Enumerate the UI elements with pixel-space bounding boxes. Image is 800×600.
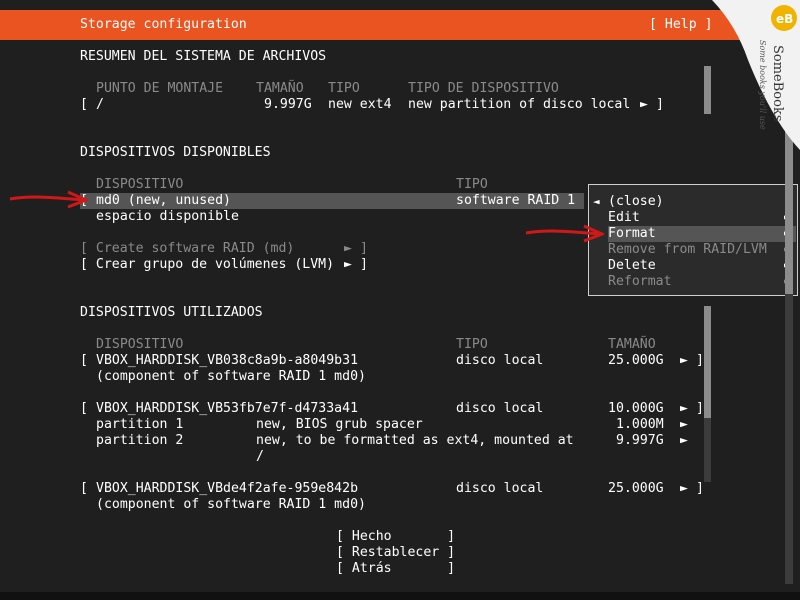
partition-2-mount: /	[256, 449, 264, 464]
create-raid-button: [ Create software RAID (md)	[80, 241, 295, 256]
partition-2-arrow-icon[interactable]: ►	[680, 433, 688, 449]
svg-text:eB: eB	[776, 12, 793, 26]
disk-close-bracket: ]	[696, 481, 704, 496]
md0-type-label: software RAID 1	[456, 193, 576, 208]
col-type: TIPO	[328, 81, 360, 96]
filesystem-summary-heading: RESUMEN DEL SISTEMA DE ARCHIVOS	[80, 49, 327, 64]
header-bar: Storage configuration [ Help ]	[0, 10, 800, 40]
mount-point-value: /	[96, 97, 104, 112]
col-device: DISPOSITIVO	[96, 177, 184, 192]
col-available-type: TIPO	[456, 177, 488, 192]
disk-name: VBOX_HARDDISK_VB53fb7e7f-d4733a41	[96, 401, 359, 416]
disk-type: disco local	[456, 401, 544, 416]
partition-2-name[interactable]: partition 2	[96, 433, 183, 449]
help-button[interactable]: [ Help ]	[649, 17, 713, 33]
available-devices-heading: DISPOSITIVOS DISPONIBLES	[80, 145, 271, 160]
disk-open-bracket: [	[80, 481, 88, 496]
disk-type: disco local	[456, 481, 544, 496]
partition-2-desc: new, to be formatted as ext4, mounted at	[256, 433, 574, 448]
create-raid-close: ]	[360, 241, 368, 256]
disk-open-bracket: [	[80, 401, 88, 416]
used-scrollbar-thumb[interactable]	[704, 306, 711, 418]
used-devices-heading: DISPOSITIVOS UTILIZADOS	[80, 305, 263, 320]
disk-size: 25.000G	[608, 481, 664, 496]
create-raid-arrow-icon: ►	[344, 241, 352, 256]
menu-item-delete[interactable]: Delete	[608, 258, 656, 274]
svg-text:SomeBooks: SomeBooks	[770, 45, 785, 122]
col-used-type: TIPO	[456, 337, 488, 352]
col-size: TAMAÑO	[256, 81, 304, 96]
disk-close-bracket: ]	[696, 353, 704, 368]
disk-arrow-icon[interactable]: ►	[680, 353, 688, 369]
menu-item-remove-from-raid: Remove from RAID/LVM	[608, 242, 767, 257]
mount-device-type-value: new partition of disco local	[408, 97, 631, 112]
disk-name: VBOX_HARDDISK_VBde4f2afe-959e842b	[96, 481, 359, 496]
disk-arrow-icon[interactable]: ►	[680, 481, 688, 497]
partition-1-arrow-icon[interactable]: ►	[680, 417, 688, 433]
svg-text:Some books you'll use: Some books you'll use	[758, 40, 767, 130]
disk-size: 25.000G	[608, 353, 664, 368]
back-button[interactable]: [ Atrás ]	[336, 561, 455, 577]
col-used-size: TAMAÑO	[608, 337, 656, 352]
disk-close-bracket: ]	[696, 401, 704, 416]
menu-caret-icon: ◄	[593, 195, 600, 208]
row-close-bracket: ]	[656, 97, 664, 112]
create-lvm-button[interactable]: [ Crear grupo de volúmenes (LVM)	[80, 257, 334, 273]
disk-size: 10.000G	[608, 401, 664, 416]
partition-1-desc: new, BIOS grub spacer	[256, 417, 423, 432]
md0-device-label[interactable]: md0 (new, unused)	[96, 193, 231, 209]
page-title: Storage configuration	[80, 17, 247, 32]
menu-item-reformat: Reformat	[608, 274, 672, 289]
menu-item-format[interactable]: Format	[608, 226, 656, 242]
device-action-menu: ◄ (close) Edit ► Format ► Remove from RA…	[588, 184, 798, 296]
row-expand-arrow-icon[interactable]: ►	[640, 97, 648, 113]
col-used-device: DISPOSITIVO	[96, 337, 184, 352]
disk-open-bracket: [	[80, 353, 88, 368]
bottom-edge	[0, 592, 800, 600]
disk-component-note: (component of software RAID 1 md0)	[96, 497, 366, 512]
somebooks-logo: eB SomeBooks Some books you'll use	[712, 0, 800, 150]
partition-2-size: 9.997G	[616, 433, 664, 448]
done-button[interactable]: [ Hecho ]	[336, 529, 455, 545]
disk-type: disco local	[456, 353, 544, 368]
mount-type-value: new ext4	[328, 97, 392, 112]
annotation-arrow-left-icon	[9, 190, 88, 209]
col-device-type: TIPO DE DISPOSITIVO	[408, 81, 559, 96]
reset-button[interactable]: [ Restablecer ]	[336, 545, 455, 561]
menu-item-edit[interactable]: Edit	[608, 210, 640, 226]
menu-item-close[interactable]: (close)	[608, 194, 664, 210]
mount-size-value: 9.997G	[264, 97, 312, 112]
installer-screen: Storage configuration [ Help ] RESUMEN D…	[0, 0, 800, 600]
annotation-arrow-right-icon	[525, 224, 604, 243]
summary-scrollbar-thumb[interactable]	[704, 66, 711, 114]
disk-component-note: (component of software RAID 1 md0)	[96, 369, 366, 384]
disk-name: VBOX_HARDDISK_VB038c8a9b-a8049b31	[96, 353, 359, 368]
row-open-bracket: [	[80, 97, 88, 112]
create-lvm-close: ]	[360, 257, 368, 272]
partition-1-name[interactable]: partition 1	[96, 417, 183, 433]
create-lvm-arrow-icon[interactable]: ►	[344, 257, 352, 273]
disk-arrow-icon[interactable]: ►	[680, 401, 688, 417]
partition-1-size: 1.000M	[616, 417, 664, 432]
free-space-label[interactable]: espacio disponible	[96, 209, 239, 225]
col-mount-point: PUNTO DE MONTAJE	[96, 81, 224, 96]
